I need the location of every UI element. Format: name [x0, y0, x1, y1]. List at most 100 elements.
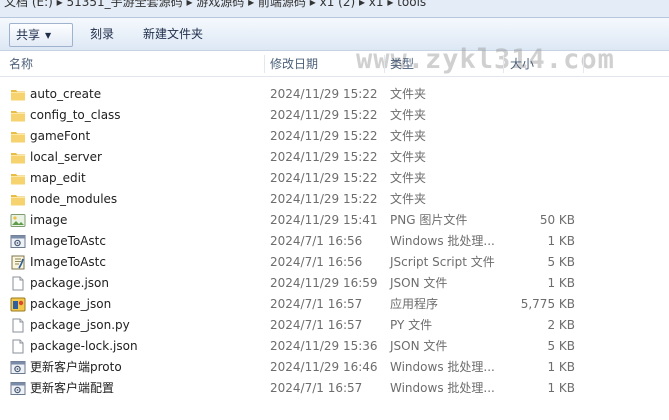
- file-type: 文件夹: [390, 192, 427, 206]
- file-date: 2024/11/29 15:22: [270, 192, 378, 206]
- file-type: 文件夹: [390, 108, 427, 122]
- column-divider[interactable]: [264, 55, 265, 73]
- file-row[interactable]: gameFont 2024/11/29 15:22 文件夹: [0, 126, 669, 147]
- file-name[interactable]: map_edit: [30, 168, 86, 189]
- document-icon: [10, 276, 26, 291]
- chevron-down-icon: ▼: [45, 31, 52, 40]
- file-row[interactable]: image 2024/11/29 15:41 PNG 图片文件 50 KB: [0, 210, 669, 231]
- file-size: 1 KB: [547, 360, 575, 374]
- file-size: 5 KB: [547, 339, 575, 353]
- file-name[interactable]: ImageToAstc: [30, 231, 106, 252]
- folder-icon: [10, 108, 26, 123]
- file-type: JSON 文件: [390, 339, 448, 353]
- file-date: 2024/11/29 15:41: [270, 213, 378, 227]
- column-divider[interactable]: [384, 55, 385, 73]
- file-date: 2024/7/1 16:57: [270, 381, 363, 395]
- file-date: 2024/7/1 16:56: [270, 255, 363, 269]
- share-button[interactable]: 共享 ▼: [9, 23, 73, 47]
- file-name[interactable]: 更新客户端proto: [30, 357, 122, 378]
- column-divider[interactable]: [503, 55, 504, 73]
- command-bar: 共享 ▼ 刻录 新建文件夹 www.zykl314.com: [0, 18, 669, 75]
- file-row[interactable]: package_json.py 2024/7/1 16:57 PY 文件 2 KB: [0, 315, 669, 336]
- column-size[interactable]: 大小: [510, 52, 534, 76]
- file-date: 2024/11/29 15:22: [270, 129, 378, 143]
- file-row[interactable]: auto_create 2024/11/29 15:22 文件夹: [0, 84, 669, 105]
- file-type: 文件夹: [390, 171, 427, 185]
- file-date: 2024/11/29 16:46: [270, 360, 378, 374]
- file-row[interactable]: node_modules 2024/11/29 15:22 文件夹: [0, 189, 669, 210]
- script-file-icon: [10, 255, 26, 270]
- file-name[interactable]: package_json: [30, 294, 111, 315]
- file-size: 2 KB: [547, 318, 575, 332]
- batch-file-icon: [10, 234, 26, 249]
- file-size: 5,775 KB: [520, 297, 575, 311]
- address-bar[interactable]: 文档 (E:) ▸ 51351_手游全套源码 ▸ 游戏源码 ▸ 前端源码 ▸ x…: [0, 0, 669, 18]
- file-date: 2024/7/1 16:57: [270, 297, 363, 311]
- column-type[interactable]: 类型: [390, 52, 414, 76]
- image-file-icon: [10, 213, 26, 228]
- file-date: 2024/11/29 15:22: [270, 171, 378, 185]
- burn-button[interactable]: 刻录: [82, 23, 122, 45]
- file-row[interactable]: config_to_class 2024/11/29 15:22 文件夹: [0, 105, 669, 126]
- file-size: 1 KB: [547, 381, 575, 395]
- file-date: 2024/11/29 16:59: [270, 276, 378, 290]
- file-row[interactable]: package.json 2024/11/29 16:59 JSON 文件 1 KB: [0, 273, 669, 294]
- file-name[interactable]: package_json.py: [30, 315, 130, 336]
- file-name[interactable]: auto_create: [30, 84, 101, 105]
- document-icon: [10, 318, 26, 333]
- file-date: 2024/11/29 15:36: [270, 339, 378, 353]
- file-size: 1 KB: [547, 276, 575, 290]
- file-date: 2024/7/1 16:56: [270, 234, 363, 248]
- file-row[interactable]: local_server 2024/11/29 15:22 文件夹: [0, 147, 669, 168]
- file-name[interactable]: 更新客户端配置: [30, 378, 114, 399]
- file-type: Windows 批处理...: [390, 360, 495, 374]
- folder-icon: [10, 150, 26, 165]
- new-folder-button[interactable]: 新建文件夹: [135, 23, 211, 45]
- file-type: 文件夹: [390, 129, 427, 143]
- folder-icon: [10, 87, 26, 102]
- document-icon: [10, 339, 26, 354]
- file-size: 50 KB: [539, 213, 575, 227]
- share-label: 共享: [16, 28, 41, 42]
- folder-icon: [10, 129, 26, 144]
- application-icon: [10, 297, 26, 312]
- batch-file-icon: [10, 360, 26, 375]
- file-type: Windows 批处理...: [390, 381, 495, 395]
- file-date: 2024/7/1 16:57: [270, 318, 363, 332]
- file-name[interactable]: ImageToAstc: [30, 252, 106, 273]
- file-type: JScript Script 文件: [390, 255, 495, 269]
- file-date: 2024/11/29 15:22: [270, 87, 378, 101]
- file-row[interactable]: ImageToAstc 2024/7/1 16:56 JScript Script …: [0, 252, 669, 273]
- file-type: 文件夹: [390, 87, 427, 101]
- file-row[interactable]: map_edit 2024/11/29 15:22 文件夹: [0, 168, 669, 189]
- address-path[interactable]: 文档 (E:) ▸ 51351_手游全套源码 ▸ 游戏源码 ▸ 前端源码 ▸ x…: [4, 0, 426, 10]
- file-size: 1 KB: [547, 234, 575, 248]
- file-name[interactable]: node_modules: [30, 189, 117, 210]
- file-date: 2024/11/29 15:22: [270, 108, 378, 122]
- file-row[interactable]: 更新客户端配置 2024/7/1 16:57 Windows 批处理... 1 KB: [0, 378, 669, 399]
- file-type: PY 文件: [390, 318, 433, 332]
- file-size: 5 KB: [547, 255, 575, 269]
- file-name[interactable]: gameFont: [30, 126, 90, 147]
- file-name[interactable]: local_server: [30, 147, 102, 168]
- column-name[interactable]: 名称: [9, 52, 33, 76]
- file-type: 应用程序: [390, 297, 439, 311]
- file-name[interactable]: config_to_class: [30, 105, 121, 126]
- column-divider[interactable]: [583, 55, 584, 73]
- file-row[interactable]: package_json 2024/7/1 16:57 应用程序 5,775 KB: [0, 294, 669, 315]
- column-header: 名称 修改日期 类型 大小: [0, 52, 669, 77]
- file-row[interactable]: package-lock.json 2024/11/29 15:36 JSON 文件…: [0, 336, 669, 357]
- file-type: JSON 文件: [390, 276, 448, 290]
- file-type: Windows 批处理...: [390, 234, 495, 248]
- file-type: 文件夹: [390, 150, 427, 164]
- batch-file-icon: [10, 381, 26, 396]
- file-name[interactable]: package.json: [30, 273, 109, 294]
- file-row[interactable]: ImageToAstc 2024/7/1 16:56 Windows 批处理... 1…: [0, 231, 669, 252]
- column-date[interactable]: 修改日期: [270, 52, 318, 76]
- file-type: PNG 图片文件: [390, 213, 468, 227]
- folder-icon: [10, 171, 26, 186]
- file-row[interactable]: 更新客户端proto 2024/11/29 16:46 Windows 批处理...…: [0, 357, 669, 378]
- file-date: 2024/11/29 15:22: [270, 150, 378, 164]
- file-name[interactable]: image: [30, 210, 67, 231]
- file-name[interactable]: package-lock.json: [30, 336, 138, 357]
